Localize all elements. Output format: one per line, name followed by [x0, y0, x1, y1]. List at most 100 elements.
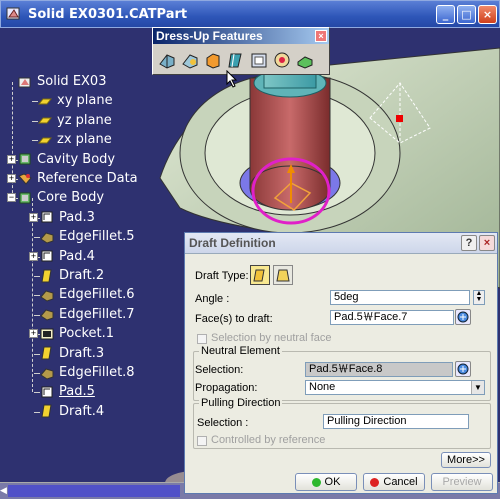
tree-node-label: EdgeFillet.8 — [59, 365, 135, 380]
fillet-icon — [40, 366, 54, 380]
tree-node[interactable]: Pad.3 — [40, 208, 95, 227]
draft-icon — [40, 269, 54, 283]
tree-node[interactable]: Pad.4 — [40, 247, 95, 266]
tree-expander-icon[interactable]: − — [7, 193, 16, 203]
tree-connector-line — [34, 353, 40, 355]
thickness-icon[interactable] — [272, 49, 292, 71]
tree-node[interactable]: Reference Data — [18, 169, 138, 188]
tree-connector-line — [32, 120, 38, 122]
maximize-button[interactable]: □ — [457, 5, 476, 24]
tree-node-label: Solid EX03 — [37, 74, 107, 89]
catpart-app-icon — [5, 5, 23, 23]
tree-connector-line — [32, 140, 38, 142]
shell-icon[interactable] — [249, 49, 269, 71]
tree-node[interactable]: Draft.2 — [40, 266, 104, 285]
tree-connector-line — [34, 276, 40, 277]
selection-by-neutral-face-checkbox[interactable] — [197, 334, 207, 344]
tree-node[interactable]: yz plane — [37, 111, 112, 130]
neutral-element-title: Neutral Element — [199, 345, 282, 357]
tree-node[interactable]: xy plane — [37, 91, 113, 110]
toolbar-title[interactable]: Dress-Up Features × — [153, 28, 329, 44]
pocket-icon — [40, 327, 54, 341]
tree-node-label: Core Body — [37, 190, 105, 206]
body-icon — [18, 152, 32, 166]
tree-node-label: yz plane — [57, 112, 112, 128]
tree-node[interactable]: EdgeFillet.8 — [40, 363, 135, 382]
close-button[interactable]: × — [478, 5, 497, 24]
more-button-label: More>> — [447, 454, 485, 466]
tree-node-label: Pad.5 — [59, 384, 95, 400]
pad-icon — [40, 385, 54, 399]
neutral-selection-edit-icon[interactable] — [455, 361, 471, 377]
controlled-by-reference-checkbox[interactable] — [197, 436, 207, 446]
minimize-button[interactable]: _ — [436, 5, 455, 24]
cancel-button-label: Cancel — [383, 476, 418, 488]
neutral-selection-input[interactable]: Pad.5￦Face.8 — [305, 362, 453, 377]
plane-icon — [37, 133, 53, 147]
more-button[interactable]: More>> — [441, 452, 491, 468]
body-icon — [18, 191, 32, 205]
cancel-button[interactable]: Cancel — [363, 473, 425, 491]
fillet-icon — [40, 307, 54, 321]
tree-node-label: Draft.2 — [59, 268, 105, 283]
dialog-title: Draft Definition — [189, 236, 276, 250]
tree-node[interactable]: EdgeFillet.6 — [40, 285, 135, 304]
tree-node[interactable]: EdgeFillet.7 — [40, 305, 135, 324]
toolbar-close-button[interactable]: × — [315, 30, 327, 42]
dialog-close-button[interactable]: × — [479, 235, 495, 251]
tree-node-label: Pocket.1 — [59, 326, 115, 342]
help-button[interactable]: ? — [461, 235, 477, 251]
propagation-label: Propagation: — [195, 382, 258, 394]
fillet-icon — [40, 230, 54, 244]
thread-icon[interactable] — [295, 49, 315, 71]
tree-node[interactable]: Cavity Body — [18, 150, 115, 169]
propagation-select[interactable]: None ▼ — [305, 380, 485, 395]
toolbar-title-text: Dress-Up Features — [156, 29, 263, 43]
tree-node[interactable]: Core Body — [18, 188, 104, 207]
angle-input[interactable]: 5deg — [330, 290, 470, 305]
fillet-icon[interactable] — [157, 49, 177, 71]
controlled-by-reference-label: Controlled by reference — [211, 434, 326, 446]
tree-node-label: Draft.4 — [59, 403, 105, 419]
tree-expander-icon[interactable]: + — [7, 174, 16, 183]
angle-spinner[interactable]: ▲ ▼ — [473, 290, 485, 305]
tree-connector-line — [34, 411, 40, 413]
tree-node[interactable]: Draft.3 — [40, 344, 104, 363]
tree-node[interactable]: EdgeFillet.5 — [40, 227, 135, 246]
pulling-selection-label: Selection : — [197, 417, 249, 429]
geoset-icon — [18, 172, 32, 186]
preview-button[interactable]: Preview — [431, 473, 493, 491]
tree-expander-icon[interactable]: + — [29, 329, 38, 339]
pulling-selection-input[interactable]: Pulling Direction — [323, 414, 469, 429]
tree-connector-line — [34, 295, 40, 297]
tree-expander-icon[interactable]: + — [7, 154, 16, 164]
chevron-down-icon[interactable]: ▼ — [471, 381, 484, 394]
draft-type-constant-button[interactable] — [250, 265, 270, 285]
mouse-cursor-icon — [226, 69, 238, 91]
tree-expander-icon[interactable]: + — [29, 212, 38, 222]
scrollbar-thumb[interactable] — [8, 485, 180, 497]
tree-node[interactable]: zx plane — [37, 130, 112, 149]
faces-list-edit-icon[interactable] — [455, 309, 471, 325]
scroll-left-arrow-icon[interactable]: ◀ — [0, 485, 7, 496]
tree-node-label: Cavity Body — [37, 151, 116, 167]
dialog-titlebar[interactable]: Draft Definition ? × — [185, 233, 497, 254]
part-icon — [18, 75, 32, 89]
tree-node[interactable]: Pocket.1 — [40, 324, 114, 343]
draft-icon[interactable] — [226, 49, 246, 71]
propagation-value: None — [309, 381, 336, 393]
tree-node[interactable]: Draft.4 — [40, 402, 104, 421]
variable-fillet-icon[interactable] — [180, 49, 200, 71]
tree-node-label: xy plane — [57, 93, 113, 109]
faces-to-draft-input[interactable]: Pad.5￦Face.7 — [330, 310, 454, 325]
tree-node[interactable]: Pad.5 — [40, 382, 95, 401]
chamfer-icon[interactable] — [203, 49, 223, 71]
tree-node-label: EdgeFillet.5 — [59, 229, 135, 245]
tree-node-label: zx plane — [57, 132, 112, 148]
dress-up-features-toolbar: Dress-Up Features × — [152, 27, 330, 75]
ok-button[interactable]: OK — [295, 473, 357, 491]
tree-node[interactable]: Solid EX03 — [18, 72, 106, 91]
tree-connector-line — [34, 392, 40, 394]
tree-expander-icon[interactable]: + — [29, 251, 38, 261]
draft-type-variable-button[interactable] — [273, 265, 293, 285]
